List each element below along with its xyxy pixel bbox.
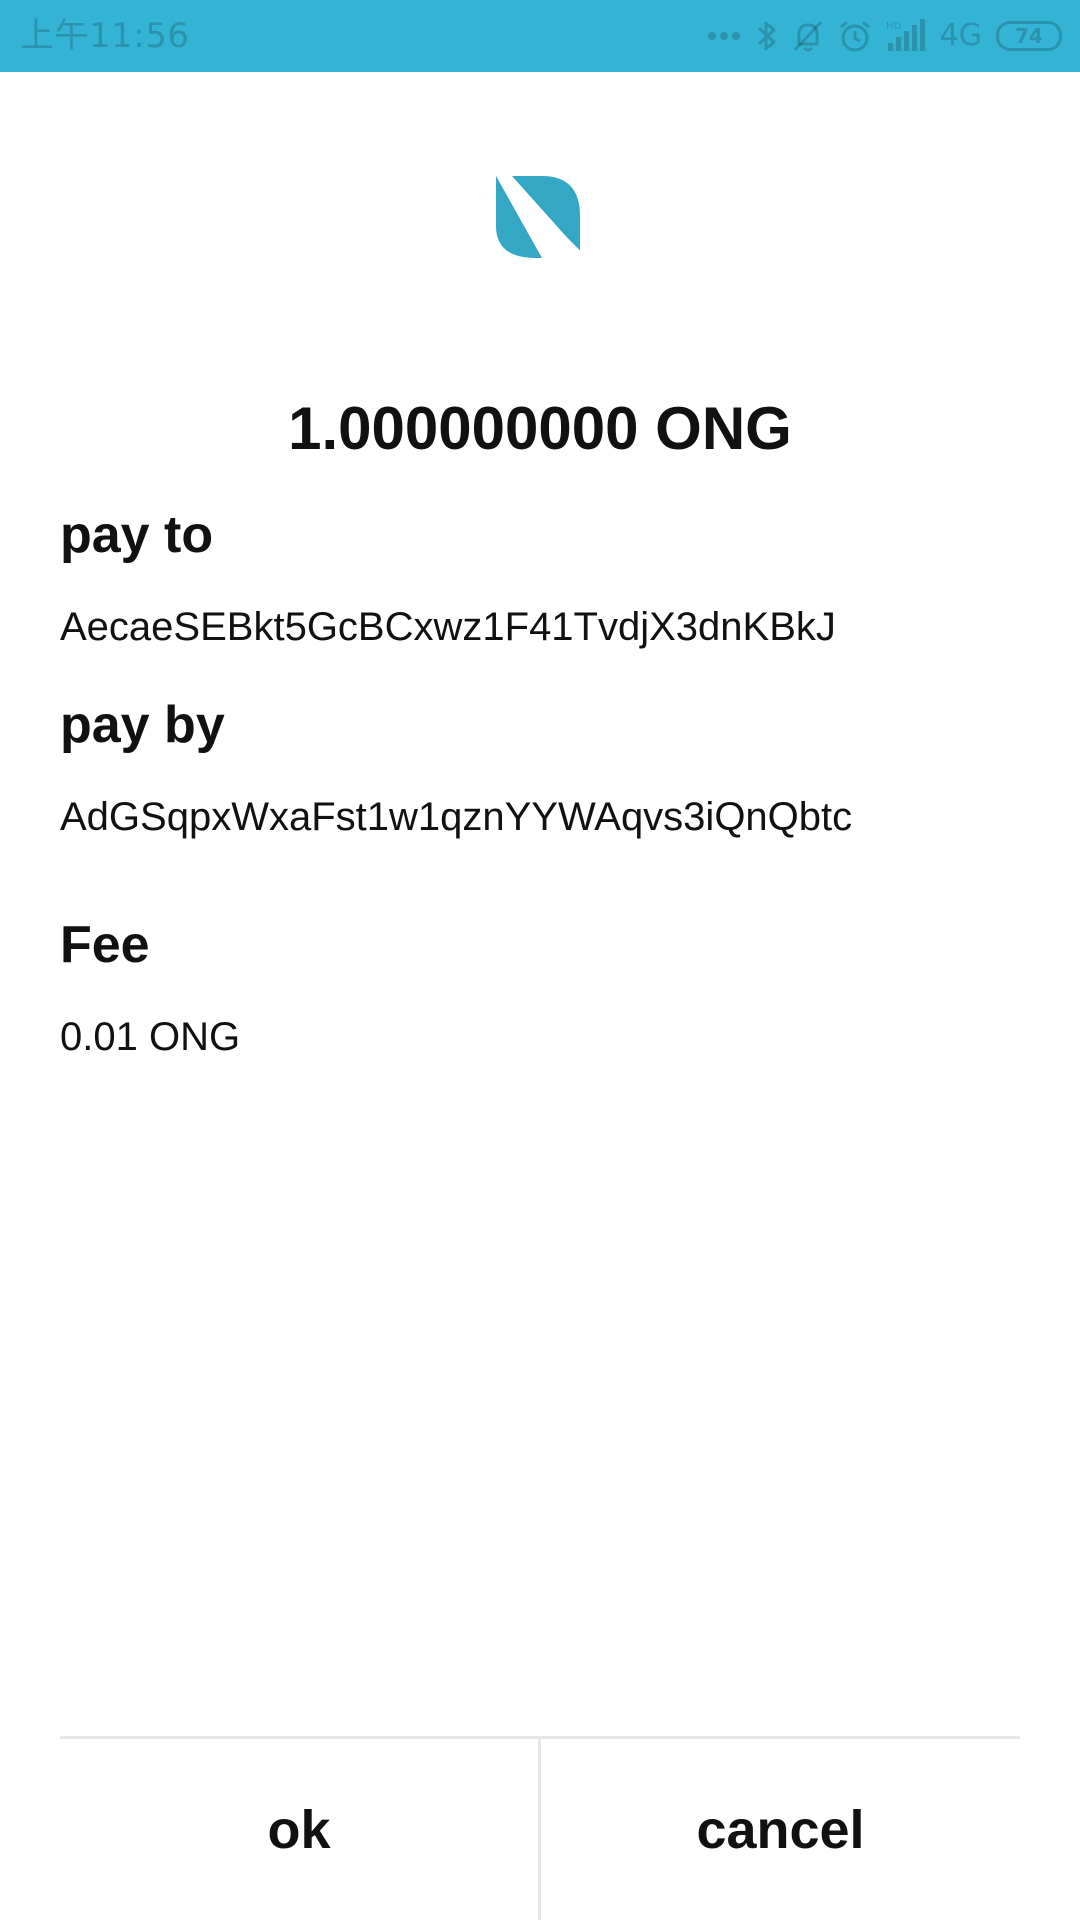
fee-label: Fee bbox=[60, 916, 150, 974]
ontology-logo-icon bbox=[492, 170, 588, 264]
fee-value: 0.01 ONG bbox=[60, 1015, 241, 1059]
mute-bell-icon bbox=[792, 19, 824, 53]
svg-text:HD: HD bbox=[886, 21, 902, 32]
network-type: 4G bbox=[939, 18, 982, 53]
pay-to-address: AecaeSEBkt5GcBCxwz1F41TvdjX3dnKBkJ bbox=[60, 605, 836, 649]
status-time: 上午11:56 bbox=[20, 16, 190, 56]
status-bar: 上午11:56 HD 4G 74 bbox=[0, 0, 1080, 72]
alarm-icon bbox=[838, 19, 872, 53]
status-icons: HD 4G 74 bbox=[706, 14, 1062, 58]
cancel-button[interactable]: cancel bbox=[541, 1739, 1020, 1920]
transfer-amount: 1.000000000 ONG bbox=[288, 395, 792, 462]
battery-level: 74 bbox=[1015, 24, 1043, 48]
ok-button[interactable]: ok bbox=[60, 1739, 538, 1920]
more-dots-icon bbox=[706, 30, 742, 42]
signal-hd-icon: HD bbox=[886, 19, 926, 53]
pay-to-label: pay to bbox=[60, 506, 214, 564]
pay-by-label: pay by bbox=[60, 696, 225, 754]
pay-by-address: AdGSqpxWxaFst1w1qznYYWAqvs3iQnQbtc bbox=[60, 795, 853, 839]
battery-icon: 74 bbox=[996, 21, 1062, 51]
bluetooth-icon bbox=[756, 19, 778, 53]
